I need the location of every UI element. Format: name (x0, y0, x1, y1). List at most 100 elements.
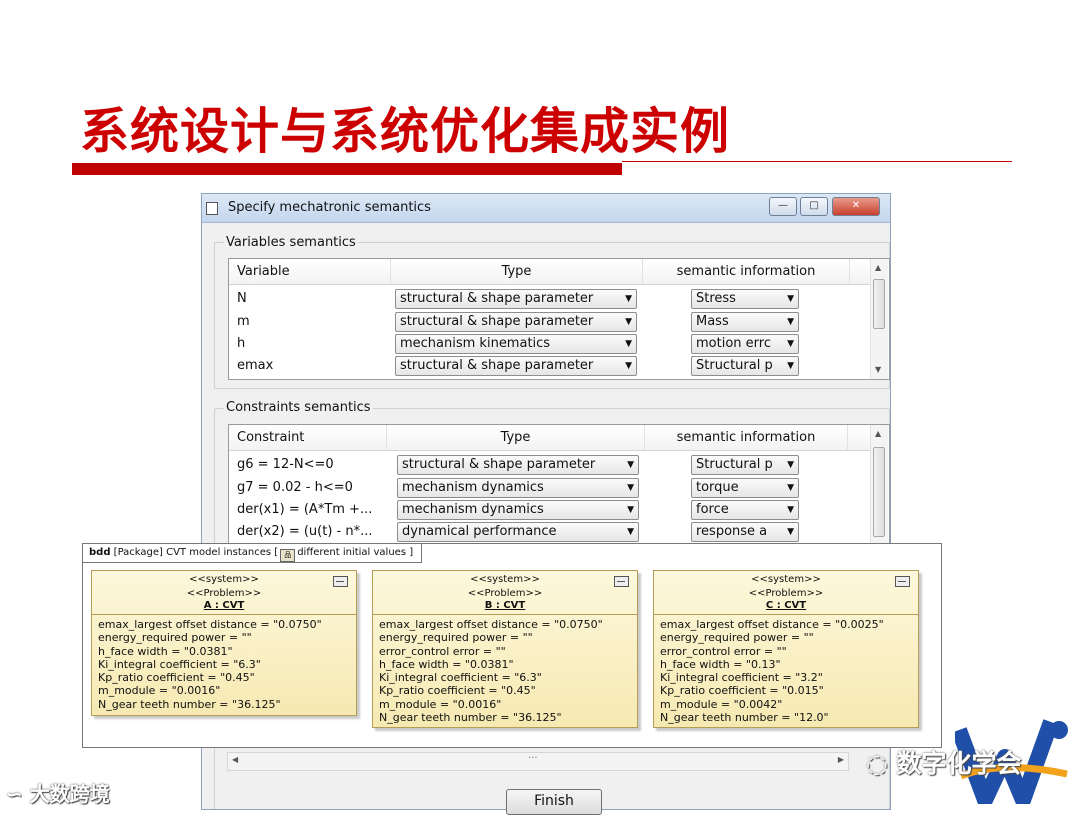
dialog-titlebar[interactable]: Specify mechatronic semantics — □ ✕ (202, 194, 890, 223)
column-header-type[interactable]: Type (391, 259, 643, 285)
semantic-info-dropdown[interactable]: force ▼ (691, 500, 799, 520)
block-c-cvt[interactable]: <<system>> <<Problem>> C : CVT emax_larg… (653, 570, 919, 728)
attribute: Ki_integral coefficient = "3.2" (660, 671, 823, 685)
type-dropdown[interactable]: structural & shape parameter ▼ (395, 312, 637, 332)
table-row[interactable]: der(x2) = (u(t) - n*... dynamical perfor… (229, 522, 889, 544)
scroll-right-icon[interactable]: ▶ (838, 755, 844, 764)
logo-dot (1050, 721, 1068, 739)
scrollbar-thumb[interactable] (873, 279, 885, 329)
type-dropdown[interactable]: mechanism kinematics ▼ (395, 334, 637, 354)
scroll-up-icon[interactable]: ▲ (875, 429, 881, 438)
dropdown-arrow-icon: ▼ (625, 339, 632, 349)
column-header-semantic-info[interactable]: semantic information (643, 259, 850, 285)
wechat-icon: ◌ (866, 749, 888, 778)
attribute: N_gear teeth number = "36.125" (379, 711, 562, 725)
scroll-left-icon[interactable]: ◀ (232, 755, 238, 764)
type-dropdown[interactable]: dynamical performance ▼ (397, 522, 639, 542)
watermark-left: ∽ 大数跨境 (6, 778, 110, 807)
maximize-button[interactable]: □ (800, 197, 828, 216)
block-icon (895, 576, 910, 587)
dropdown-arrow-icon: ▼ (787, 460, 794, 470)
dropdown-arrow-icon: ▼ (787, 483, 794, 493)
block-name: A : CVT (203, 600, 245, 611)
attribute: energy_required power = "" (660, 631, 814, 645)
scroll-down-icon[interactable]: ▼ (875, 365, 881, 374)
attribute: h_face width = "0.0381" (98, 644, 233, 658)
variable-name: h (237, 336, 246, 351)
semantic-info-dropdown[interactable]: Structural p ▼ (691, 455, 799, 475)
constraints-table: Constraint Type semantic information g6 … (228, 424, 890, 544)
type-dropdown[interactable]: structural & shape parameter ▼ (395, 356, 637, 376)
constraints-group-label: Constraints semantics (224, 400, 373, 415)
dropdown-arrow-icon: ▼ (787, 527, 794, 537)
type-dropdown-value: structural & shape parameter (400, 314, 594, 329)
attribute: Kp_ratio coefficient = "0.015" (660, 684, 824, 698)
type-dropdown-value: mechanism dynamics (402, 502, 544, 517)
constraints-vertical-scrollbar[interactable]: ▲ (870, 425, 888, 543)
column-header-constraint[interactable]: Constraint (229, 425, 387, 451)
table-row[interactable]: m structural & shape parameter ▼ Mass ▼ (229, 312, 889, 334)
type-dropdown-value: structural & shape parameter (402, 457, 596, 472)
attribute: error_control error = "" (379, 644, 506, 658)
semantic-info-dropdown[interactable]: response a ▼ (691, 522, 799, 542)
type-dropdown[interactable]: structural & shape parameter ▼ (397, 455, 639, 475)
minimize-button[interactable]: — (769, 197, 797, 216)
block-icon (614, 576, 629, 587)
semantic-info-dropdown[interactable]: torque ▼ (691, 478, 799, 498)
type-dropdown-value: dynamical performance (402, 524, 557, 539)
scrollbar-grip: ··· (528, 753, 538, 764)
constraint-expression: g7 = 0.02 - h<=0 (237, 480, 353, 495)
semantic-info-value: force (696, 502, 729, 517)
dropdown-arrow-icon: ▼ (627, 483, 634, 493)
type-dropdown-value: mechanism dynamics (402, 480, 544, 495)
attribute: h_face width = "0.13" (660, 657, 781, 671)
block-icon (333, 576, 348, 587)
semantic-info-value: Structural p (696, 457, 773, 472)
table-row[interactable]: emax structural & shape parameter ▼ Struc… (229, 356, 889, 378)
block-name: B : CVT (484, 600, 526, 611)
table-row[interactable]: h mechanism kinematics ▼ motion errc ▼ (229, 334, 889, 356)
attribute: emax_largest offset distance = "0.0750" (379, 618, 603, 631)
table-row[interactable]: der(x1) = (A*Tm +... mechanism dynamics ▼… (229, 500, 889, 522)
attribute: m_module = "0.0016" (98, 684, 221, 698)
dropdown-arrow-icon: ▼ (625, 294, 632, 304)
attribute: Ki_integral coefficient = "6.3" (98, 657, 261, 671)
table-row[interactable]: g7 = 0.02 - h<=0 mechanism dynamics ▼ tor… (229, 478, 889, 500)
type-dropdown[interactable]: structural & shape parameter ▼ (395, 289, 637, 309)
close-button[interactable]: ✕ (832, 197, 880, 216)
attribute: Ki_integral coefficient = "6.3" (379, 671, 542, 685)
semantic-info-dropdown[interactable]: motion errc ▼ (691, 334, 799, 354)
table-row[interactable]: N structural & shape parameter ▼ Stress ▼ (229, 289, 889, 311)
type-dropdown[interactable]: mechanism dynamics ▼ (397, 500, 639, 520)
semantic-info-dropdown[interactable]: Stress ▼ (691, 289, 799, 309)
dropdown-arrow-icon: ▼ (787, 339, 794, 349)
attribute: energy_required power = "" (379, 631, 533, 645)
column-header-type[interactable]: Type (387, 425, 645, 451)
stereotype-system: <<system>> (470, 574, 540, 585)
stereotype-system: <<system>> (751, 574, 821, 585)
watermark-left-text: 大数跨境 (29, 782, 110, 806)
semantic-info-value: response a (696, 524, 768, 539)
semantic-info-dropdown[interactable]: Structural p ▼ (691, 356, 799, 376)
block-name: C : CVT (765, 600, 807, 611)
block-b-cvt[interactable]: <<system>> <<Problem>> B : CVT emax_larg… (372, 570, 638, 728)
semantic-info-dropdown[interactable]: Mass ▼ (691, 312, 799, 332)
variables-vertical-scrollbar[interactable]: ▲ ▼ (870, 259, 888, 379)
variables-group-label: Variables semantics (224, 235, 358, 250)
table-row[interactable]: g6 = 12-N<=0 structural & shape paramete… (229, 455, 889, 477)
column-header-variable[interactable]: Variable (229, 259, 391, 285)
semantic-info-value: Mass (696, 314, 729, 329)
block-a-cvt[interactable]: <<system>> <<Problem>> A : CVT emax_larg… (91, 570, 357, 716)
diagram-frame-label: bdd [Package] CVT model instances [品 diff… (83, 544, 423, 563)
scrollbar-thumb[interactable] (873, 447, 885, 537)
type-dropdown-value: structural & shape parameter (400, 358, 594, 373)
column-header-semantic-info[interactable]: semantic information (645, 425, 848, 451)
stereotype-system: <<system>> (189, 574, 259, 585)
horizontal-scrollbar[interactable]: ◀ ··· ▶ (227, 752, 849, 771)
type-dropdown[interactable]: mechanism dynamics ▼ (397, 478, 639, 498)
dropdown-arrow-icon: ▼ (627, 527, 634, 537)
column-header-filler (848, 425, 872, 451)
window-icon (206, 202, 218, 215)
scroll-up-icon[interactable]: ▲ (875, 263, 881, 272)
finish-button[interactable]: Finish (506, 789, 602, 815)
